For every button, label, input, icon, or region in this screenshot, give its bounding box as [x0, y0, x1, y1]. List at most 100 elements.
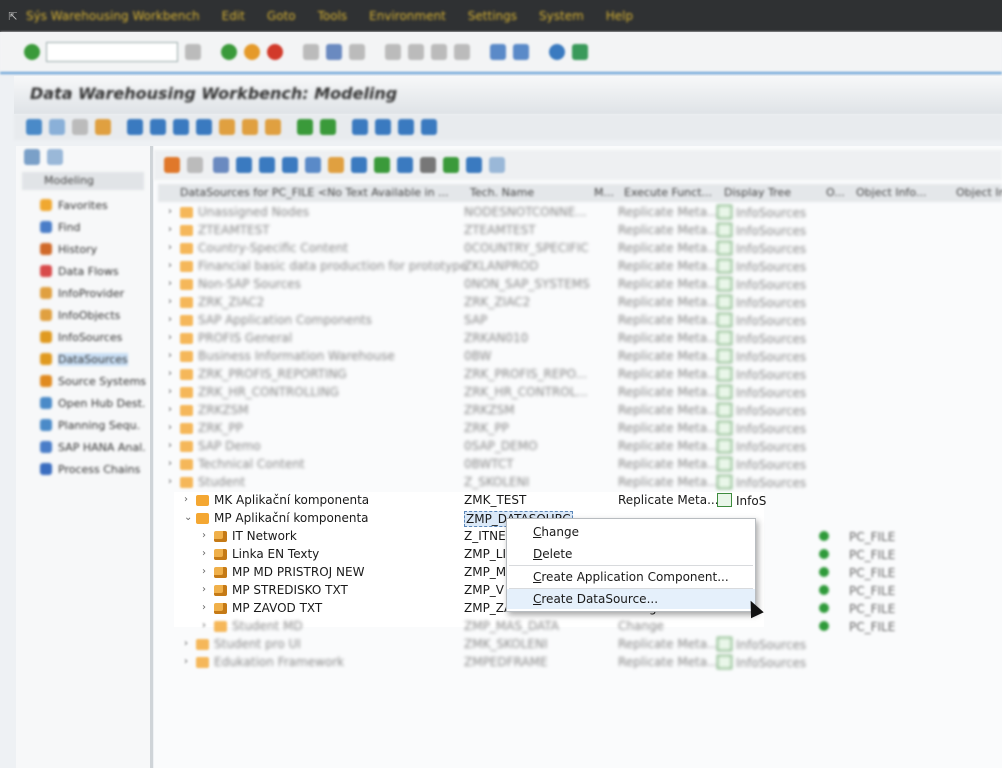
- execute-function[interactable]: Replicate Meta...: [618, 421, 719, 435]
- tree-row[interactable]: › Country-Specific Content 0COUNTRY_SPECIF…: [154, 240, 1002, 258]
- find-next-icon[interactable]: [349, 44, 365, 60]
- menu-help[interactable]: Help: [606, 9, 633, 23]
- window-icon[interactable]: [489, 157, 505, 173]
- column-header-name[interactable]: DataSources for PC_FILE <No Text Availab…: [180, 186, 449, 199]
- object-info[interactable]: PC_FILE: [819, 602, 895, 616]
- tree-row[interactable]: › ZRK_ZIAC2 ZRK_ZIAC2 Replicate Meta... Info…: [154, 294, 1002, 312]
- cancel-icon[interactable]: [267, 44, 283, 60]
- tree-row[interactable]: › Student MD ZMP_MAS_DATA Change PC_FILE: [154, 618, 1002, 636]
- prev-page-icon[interactable]: [408, 44, 424, 60]
- column-header-object-info-2[interactable]: Object In...: [956, 186, 1002, 199]
- menu-edit[interactable]: Edit: [222, 9, 245, 23]
- find-tree-icon[interactable]: [213, 157, 229, 173]
- expand-arrow-icon[interactable]: ›: [202, 530, 206, 541]
- trash-icon[interactable]: [320, 119, 336, 135]
- context-menu-create-datasource[interactable]: Create DataSource...: [507, 589, 755, 609]
- modeling-icon[interactable]: [127, 119, 143, 135]
- execute-function[interactable]: Replicate Meta...: [618, 493, 719, 507]
- expand-arrow-icon[interactable]: ›: [168, 260, 172, 271]
- tree-row[interactable]: › PROFIS General ZRKAN010 Replicate Meta...…: [154, 330, 1002, 348]
- menu-tools[interactable]: Tools: [318, 9, 348, 23]
- menu-workbench[interactable]: Sýs Warehousing Workbench: [26, 9, 200, 23]
- expand-arrow-icon[interactable]: ›: [184, 656, 188, 667]
- nav-back-icon[interactable]: [26, 119, 42, 135]
- context-menu-change[interactable]: Change: [507, 522, 755, 542]
- display-toggle-icon[interactable]: [47, 149, 63, 165]
- expand-arrow-icon[interactable]: ›: [168, 476, 172, 487]
- layout-toggle-icon[interactable]: [24, 149, 40, 165]
- display-tree[interactable]: InfoSources: [717, 223, 806, 238]
- bi-content-icon[interactable]: [219, 119, 235, 135]
- command-field[interactable]: [46, 42, 178, 62]
- collapse-arrow-icon[interactable]: ⌄: [184, 512, 192, 523]
- execute-function[interactable]: Replicate Meta...: [618, 439, 719, 453]
- tree-row[interactable]: › Financial basic data production for pro…: [154, 258, 1002, 276]
- execute-function[interactable]: Replicate Meta...: [618, 637, 719, 651]
- menu-settings[interactable]: Settings: [468, 9, 517, 23]
- execute-function[interactable]: Replicate Meta...: [618, 349, 719, 363]
- assign-icon[interactable]: [374, 157, 390, 173]
- cloud-icon[interactable]: [421, 119, 437, 135]
- display-tree[interactable]: InfoSources: [717, 295, 806, 310]
- transport-icon[interactable]: [173, 119, 189, 135]
- first-page-icon[interactable]: [385, 44, 401, 60]
- display-tree[interactable]: InfoSources: [717, 421, 806, 436]
- last-page-icon[interactable]: [454, 44, 470, 60]
- tree-icon[interactable]: [297, 119, 313, 135]
- expand-arrow-icon[interactable]: ›: [168, 314, 172, 325]
- object-info[interactable]: PC_FILE: [819, 548, 895, 562]
- replicate-icon[interactable]: [351, 157, 367, 173]
- tree-row[interactable]: › SAP Application Components SAP Replicate …: [154, 312, 1002, 330]
- navigation-item[interactable]: DataSources: [16, 348, 150, 370]
- display-tree[interactable]: InfoSources: [717, 205, 806, 220]
- tree-row[interactable]: › Non-SAP Sources 0NON_SAP_SYSTEMS Replicat…: [154, 276, 1002, 294]
- execute-function[interactable]: Replicate Meta...: [618, 403, 719, 417]
- settings-icon[interactable]: [305, 157, 321, 173]
- refresh-icon[interactable]: [282, 157, 298, 173]
- menu-environment[interactable]: Environment: [369, 9, 446, 23]
- expand-arrow-icon[interactable]: ›: [168, 422, 172, 433]
- wrench-icon[interactable]: [420, 157, 436, 173]
- expand-arrow-icon[interactable]: ›: [168, 440, 172, 451]
- edit-object-icon[interactable]: [95, 119, 111, 135]
- execute-function[interactable]: Replicate Meta...: [618, 367, 719, 381]
- tree-row[interactable]: › ZRK_PROFIS_REPORTING ZRK_PROFIS_REPO... R…: [154, 366, 1002, 384]
- navigation-item[interactable]: Open Hub Dest.: [16, 392, 150, 414]
- execute-function[interactable]: Replicate Meta...: [618, 475, 719, 489]
- display-tree[interactable]: InfoSources: [717, 331, 806, 346]
- expand-arrow-icon[interactable]: ›: [168, 242, 172, 253]
- info-icon[interactable]: [397, 157, 413, 173]
- execute-function[interactable]: Replicate Meta...: [618, 223, 719, 237]
- link-icon[interactable]: [375, 119, 391, 135]
- tree-row[interactable]: › Student pro UI ZMK_SKOLENI Replicate Meta…: [154, 636, 1002, 654]
- display-tree[interactable]: InfoSources: [717, 313, 806, 328]
- tree-row[interactable]: › ZRK_HR_CONTROLLING ZRK_HR_CONTROL... Repl…: [154, 384, 1002, 402]
- object-info[interactable]: PC_FILE: [819, 530, 895, 544]
- expand-arrow-icon[interactable]: ›: [168, 278, 172, 289]
- translation-icon[interactable]: [242, 119, 258, 135]
- expand-icon[interactable]: [164, 157, 180, 173]
- expand-arrow-icon[interactable]: ›: [184, 494, 188, 505]
- execute-function[interactable]: Replicate Meta...: [618, 259, 719, 273]
- execute-function[interactable]: Replicate Meta...: [618, 655, 719, 669]
- column-header-o[interactable]: O...: [826, 186, 845, 199]
- shortcut-icon[interactable]: [513, 44, 529, 60]
- context-menu-delete[interactable]: Delete: [507, 544, 755, 564]
- nav-forward-icon[interactable]: [49, 119, 65, 135]
- navigation-item[interactable]: Process Chains: [16, 458, 150, 480]
- navigation-item[interactable]: History: [16, 238, 150, 260]
- tree-row[interactable]: › ZRKZSM ZRKZSM Replicate Meta... InfoSource…: [154, 402, 1002, 420]
- expand-arrow-icon[interactable]: ›: [184, 638, 188, 649]
- documents-icon[interactable]: [196, 119, 212, 135]
- expand-arrow-icon[interactable]: ›: [168, 458, 172, 469]
- execute-function[interactable]: Replicate Meta...: [618, 385, 719, 399]
- upload-icon[interactable]: [398, 119, 414, 135]
- execute-function[interactable]: Replicate Meta...: [618, 313, 719, 327]
- column-header-m[interactable]: M...: [594, 186, 614, 199]
- expand-arrow-icon[interactable]: ›: [168, 386, 172, 397]
- display-tree[interactable]: InfoSources: [717, 259, 806, 274]
- navigation-item[interactable]: Planning Sequ.: [16, 414, 150, 436]
- print-icon[interactable]: [303, 44, 319, 60]
- tree-row[interactable]: › Unassigned Nodes NODESNOTCONNE... Replica…: [154, 204, 1002, 222]
- tree-row[interactable]: › Student Z_SKOLENI Replicate Meta... InfoSo…: [154, 474, 1002, 492]
